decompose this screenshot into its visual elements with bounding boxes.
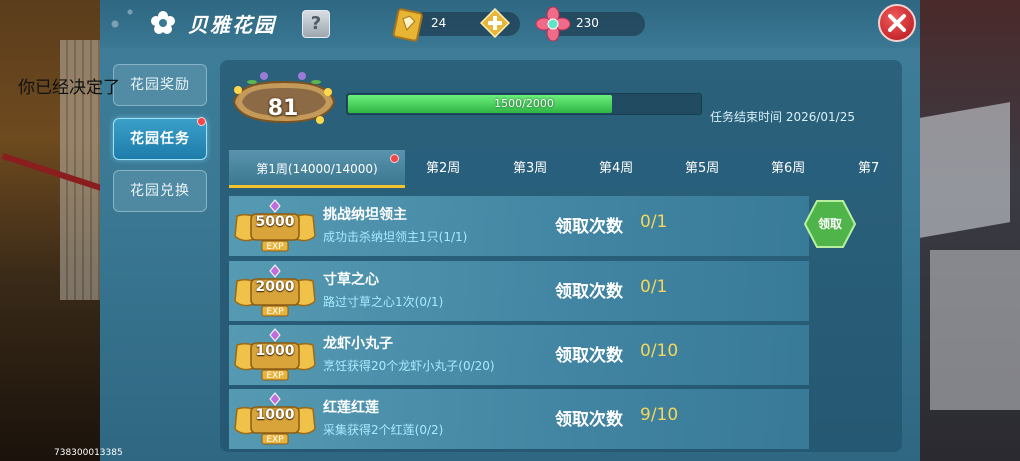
tab-week-4[interactable]: 第4周	[599, 150, 633, 188]
exp-amount: 5000	[255, 214, 295, 230]
task-row: EXP 1000 红莲红莲 采集获得2个红莲(0/2) 领取次数 9/10	[229, 389, 809, 449]
exp-label: EXP	[266, 242, 284, 252]
task-title: 寸草之心	[323, 272, 379, 288]
panel-decoration	[100, 0, 150, 60]
flower-icon	[151, 11, 175, 34]
tab-week-3[interactable]: 第3周	[513, 150, 547, 188]
task-title: 龙虾小丸子	[323, 336, 393, 352]
claim-count-value: 0/1	[640, 277, 668, 297]
exp-amount: 1000	[255, 343, 295, 359]
gold-amount: 24	[431, 16, 447, 30]
task-title: 红莲红莲	[323, 400, 379, 416]
nav-garden-tasks[interactable]: 花园任务	[113, 118, 207, 160]
add-currency-button[interactable]	[480, 8, 510, 38]
page-title: 贝雅花园	[188, 13, 276, 37]
claim-count-label: 领取次数	[555, 410, 623, 430]
progress-text: 1500/2000	[494, 97, 554, 110]
nav-garden-exchange[interactable]: 花园兑换	[113, 170, 207, 212]
background-left-scene	[0, 0, 110, 461]
claim-button-label: 领取	[817, 217, 842, 231]
exp-amount: 2000	[255, 279, 295, 295]
tab-week-5[interactable]: 第5周	[685, 150, 719, 188]
claim-count-value: 9/10	[640, 405, 679, 425]
experience-progress-bar: 1500/2000	[346, 93, 702, 115]
building-wall-lower	[930, 250, 1020, 410]
flower-gem-icon	[535, 6, 571, 42]
claim-count-value: 0/1	[640, 212, 668, 232]
level-number: 81	[267, 96, 299, 121]
task-row: EXP 1000 龙虾小丸子 烹饪获得20个龙虾小丸子(0/20) 领取次数 0…	[229, 325, 809, 385]
gem-currency: 230	[535, 6, 645, 42]
gold-ticket-icon	[392, 8, 423, 42]
task-description: 采集获得2个红莲(0/2)	[323, 423, 444, 437]
help-button[interactable]: ?	[302, 10, 330, 38]
task-description: 烹饪获得20个龙虾小丸子(0/20)	[323, 359, 495, 373]
task-title: 挑战纳坦领主	[323, 207, 407, 223]
task-row: EXP 2000 寸草之心 路过寸草之心1次(0/1) 领取次数 0/1	[229, 261, 809, 321]
exp-label: EXP	[266, 435, 284, 445]
nav-notification-dot	[197, 117, 206, 126]
claim-count-label: 领取次数	[555, 346, 623, 366]
tab-week-6[interactable]: 第6周	[771, 150, 805, 188]
claim-count-label: 领取次数	[555, 282, 623, 302]
task-description: 路过寸草之心1次(0/1)	[323, 295, 444, 309]
building-wall	[920, 102, 1010, 238]
tab-week-1[interactable]: 第1周(14000/14000)	[229, 150, 405, 188]
claim-count-label: 领取次数	[555, 217, 623, 237]
nav-garden-rewards[interactable]: 花园奖励	[113, 64, 207, 106]
exp-label: EXP	[266, 371, 284, 381]
gem-amount: 230	[576, 16, 599, 30]
tab-week-7[interactable]: 第7	[858, 150, 879, 188]
close-icon	[888, 14, 906, 32]
claim-count-value: 0/10	[640, 341, 679, 361]
exp-label: EXP	[266, 307, 284, 317]
task-row: EXP 5000 挑战纳坦领主 成功击杀纳坦领主1只(1/1) 领取次数 0/1	[229, 196, 809, 256]
task-end-time: 任务结束时间 2026/01/25	[710, 110, 855, 124]
overlay-caption: 你已经决定了	[18, 78, 120, 98]
claim-button[interactable]: 领取	[803, 199, 857, 249]
tab-week-2[interactable]: 第2周	[426, 150, 460, 188]
week-tabs: 第1周(14000/14000) 第2周 第3周 第4周 第5周 第6周 第7	[229, 150, 886, 188]
exp-amount: 1000	[255, 407, 295, 423]
tab-notification-dot	[390, 154, 399, 163]
close-button[interactable]	[878, 4, 916, 42]
task-description: 成功击杀纳坦领主1只(1/1)	[323, 230, 468, 244]
player-uid: 738300013385	[54, 448, 123, 458]
